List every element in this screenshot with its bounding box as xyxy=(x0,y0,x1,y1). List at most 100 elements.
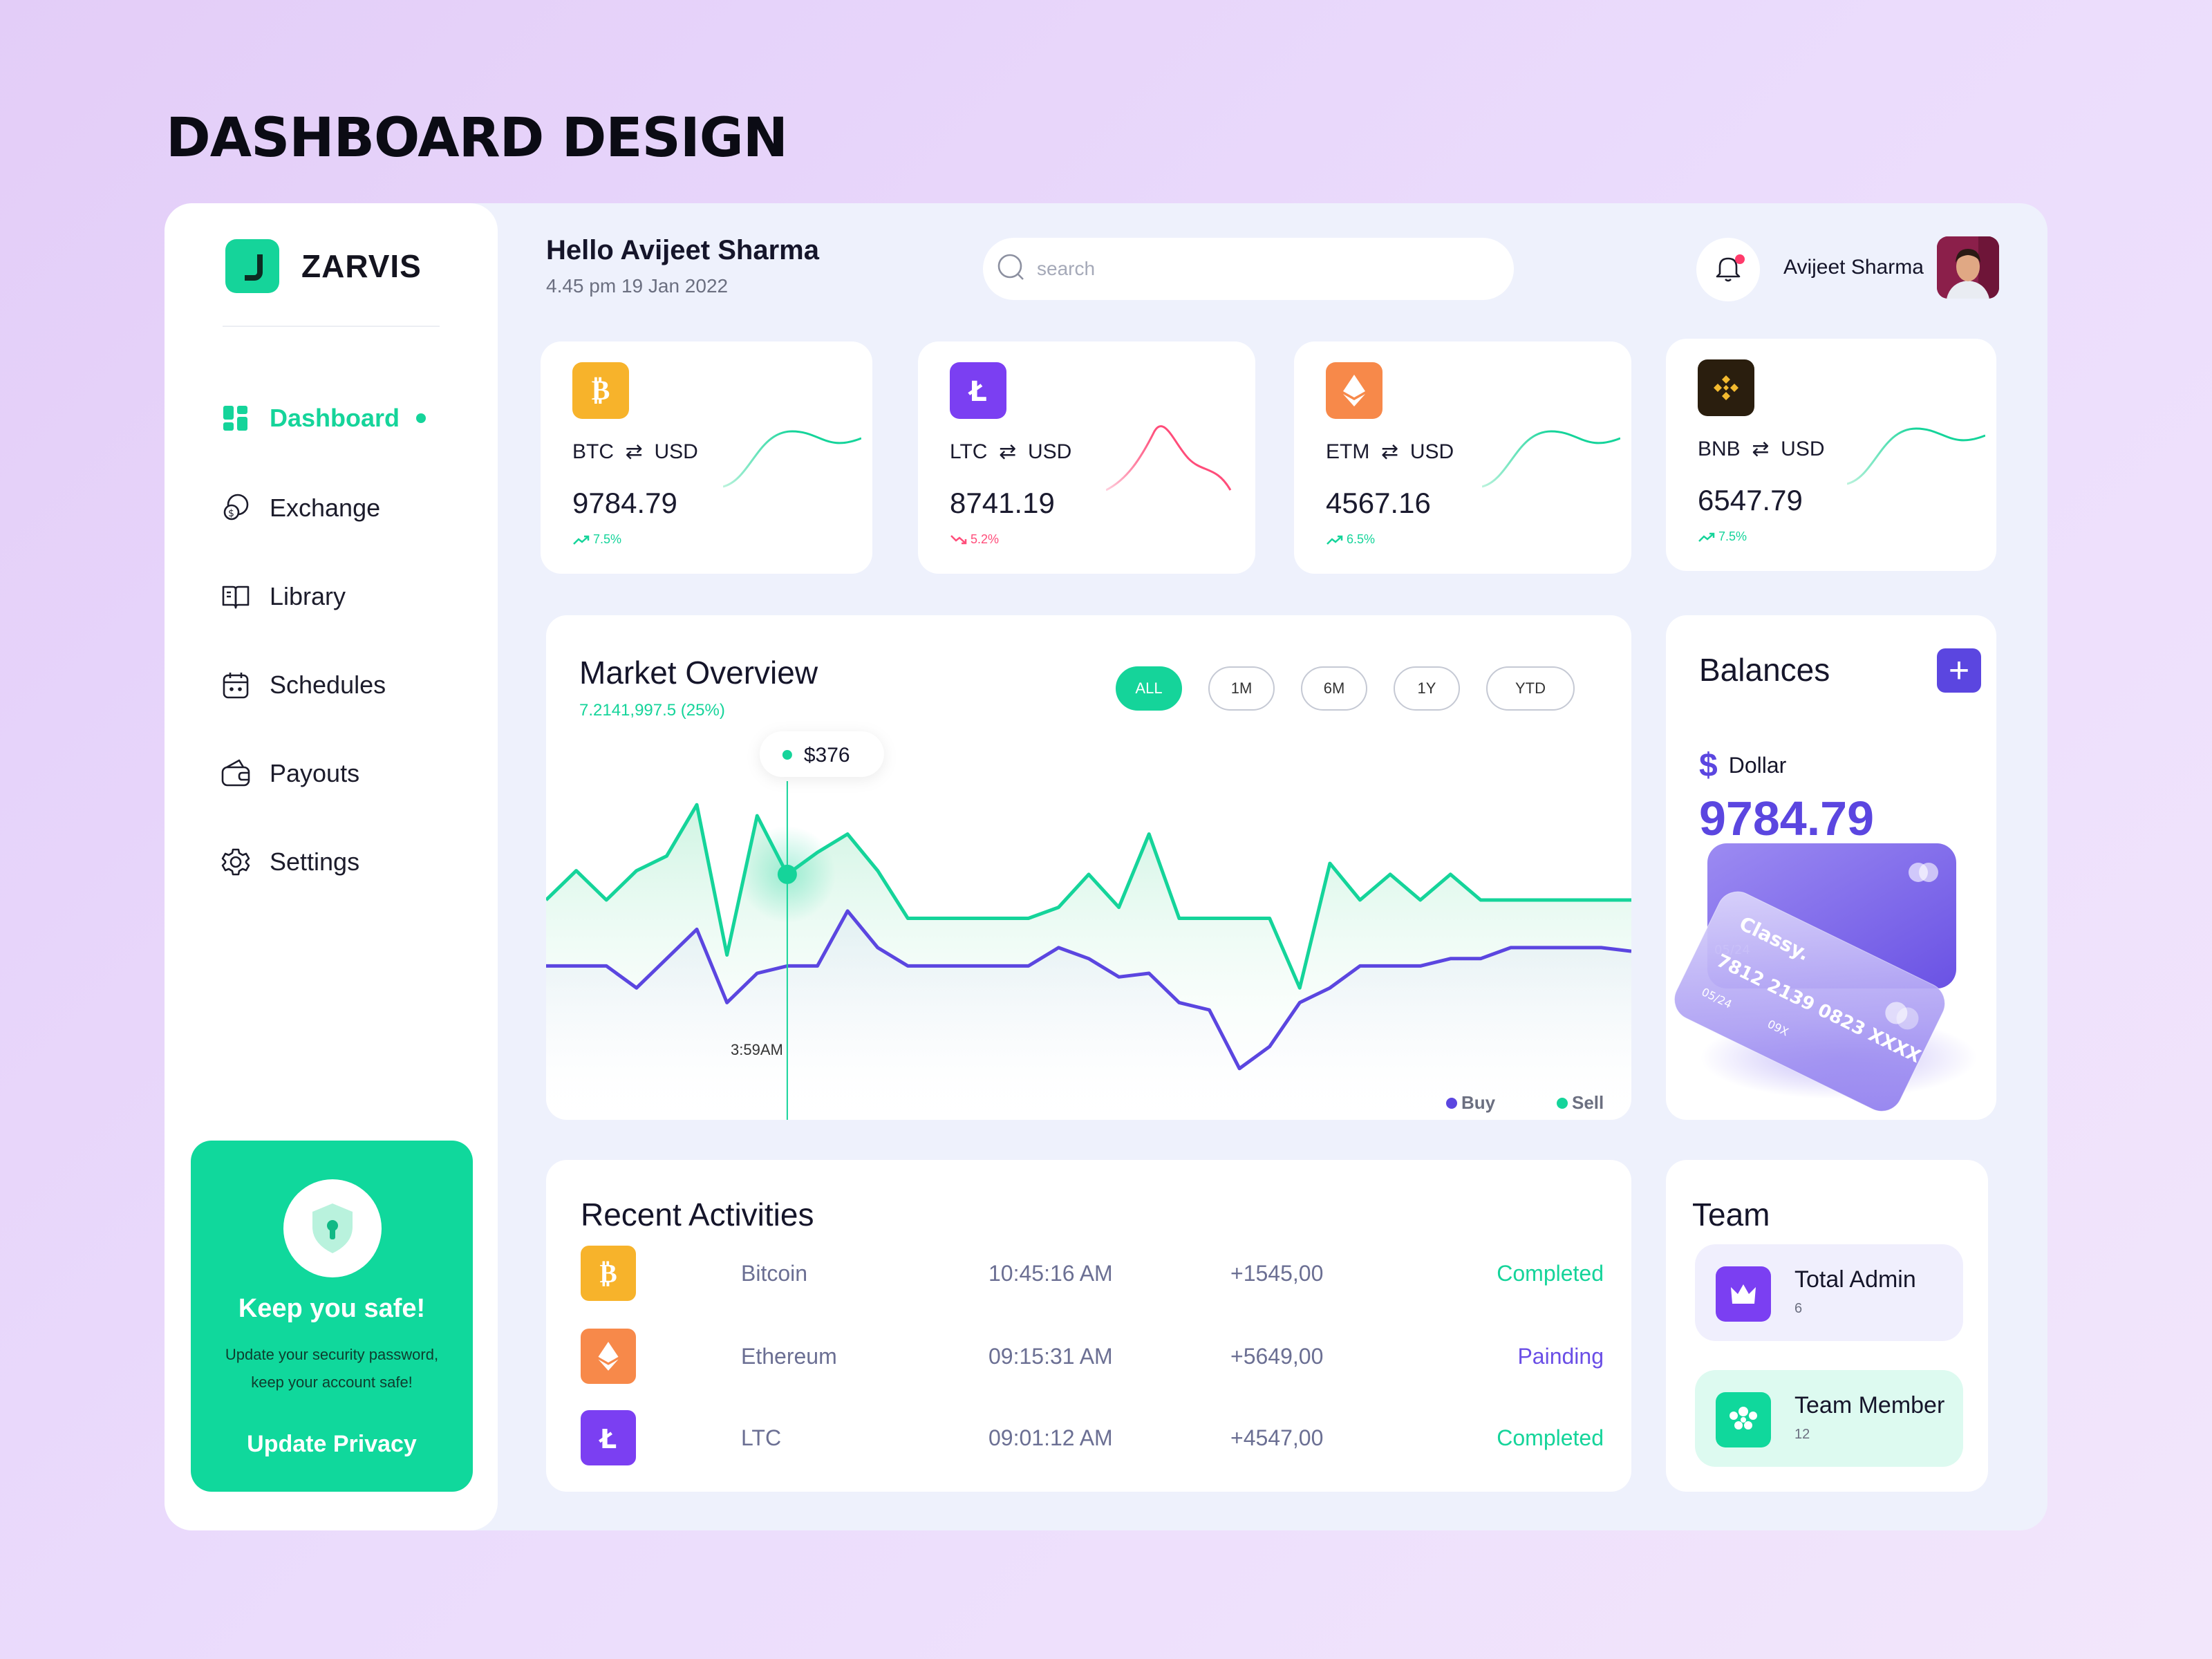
coin-change: 7.5% xyxy=(572,532,621,547)
team-item-count: 12 xyxy=(1794,1427,1810,1442)
coin-card-ltc[interactable]: Ł LTC ⇄ USD 8741.19 5.2% xyxy=(918,341,1255,574)
sparkline xyxy=(1847,427,1985,485)
activity-amount: +5649,00 xyxy=(1230,1344,1324,1369)
range-button-all[interactable]: ALL xyxy=(1116,666,1182,711)
bitcoin-icon: ₿ xyxy=(572,362,629,419)
dashboard-icon xyxy=(218,401,253,435)
balances-card: Balances + $ Dollar 9784.79 05/24 Classy… xyxy=(1666,615,1996,1120)
coin-price: 9784.79 xyxy=(572,487,677,519)
activity-time: 10:45:16 AM xyxy=(988,1261,1113,1286)
wallet-icon xyxy=(218,756,253,791)
page-title: DASHBOARD DESIGN xyxy=(166,107,788,169)
activity-row[interactable]: Ethereum 09:15:31 AM +5649,00 Painding xyxy=(581,1329,1604,1385)
activity-status: Completed xyxy=(1497,1425,1604,1450)
balances-title: Balances xyxy=(1699,652,1830,688)
activity-name: LTC xyxy=(741,1425,782,1450)
coin-pair: ETM ⇄ USD xyxy=(1326,440,1454,463)
tooltip-time: 3:59AM xyxy=(731,1041,783,1058)
tooltip-dot xyxy=(782,750,792,760)
team-item-team-member[interactable]: Team Member 12 xyxy=(1695,1370,1963,1467)
legend-label-sell: Sell xyxy=(1572,1092,1604,1113)
search-input[interactable] xyxy=(1037,258,1452,280)
market-title: Market Overview xyxy=(579,655,818,691)
active-indicator xyxy=(416,413,427,423)
search-bar[interactable] xyxy=(983,238,1514,300)
tooltip-point[interactable] xyxy=(777,864,797,884)
search-icon xyxy=(995,252,1027,287)
litecoin-icon: Ł xyxy=(581,1410,636,1465)
coin-card-btc[interactable]: ₿ BTC ⇄ USD 9784.79 7.5% xyxy=(541,341,872,574)
crown-icon xyxy=(1716,1266,1771,1322)
coin-change: 5.2% xyxy=(950,532,999,547)
svg-text:Ł: Ł xyxy=(968,376,987,408)
security-text: Update your security password, keep your… xyxy=(225,1346,439,1391)
sidebar-item-schedules[interactable]: Schedules xyxy=(218,661,447,709)
sidebar-item-label: Payouts xyxy=(270,759,360,787)
sidebar-item-label: Schedules xyxy=(270,671,386,699)
user-name: Avijeet Sharma xyxy=(1783,256,1924,279)
svg-text:Ł: Ł xyxy=(599,1424,617,1454)
legend-label-buy: Buy xyxy=(1461,1092,1496,1113)
gear-icon xyxy=(218,845,253,879)
sparkline xyxy=(723,430,861,488)
legend-marker-buy xyxy=(1446,1098,1457,1109)
activity-row[interactable]: ₿ Bitcoin 10:45:16 AM +1545,00 Completed xyxy=(581,1246,1604,1302)
team-item-label: Total Admin xyxy=(1794,1266,1916,1293)
ethereum-icon xyxy=(1326,362,1382,419)
activity-name: Bitcoin xyxy=(741,1261,808,1286)
team-card: Team Total Admin 6 Team Member 12 xyxy=(1666,1160,1988,1492)
activity-status: Painding xyxy=(1517,1344,1604,1369)
svg-text:₿: ₿ xyxy=(592,375,610,406)
range-button-1m[interactable]: 1M xyxy=(1208,666,1275,711)
balance-amount: 9784.79 xyxy=(1699,791,1875,845)
coin-price: 6547.79 xyxy=(1698,484,1803,516)
team-item-count: 6 xyxy=(1794,1301,1803,1316)
sidebar-item-dashboard[interactable]: Dashboard xyxy=(218,394,447,442)
brand-logo-icon[interactable] xyxy=(225,239,279,293)
svg-text:$: $ xyxy=(228,508,234,519)
litecoin-icon: Ł xyxy=(950,362,1006,419)
range-button-ytd[interactable]: YTD xyxy=(1486,666,1575,711)
coin-pair: BTC ⇄ USD xyxy=(572,440,698,463)
coin-pair: BNB ⇄ USD xyxy=(1698,438,1825,460)
sidebar-item-payouts[interactable]: Payouts xyxy=(218,749,447,798)
team-item-label: Team Member xyxy=(1794,1392,1945,1418)
coin-card-bnb[interactable]: BNB ⇄ USD 6547.79 7.5% xyxy=(1666,339,1996,571)
exchange-icon: $ xyxy=(218,491,253,525)
coin-price: 8741.19 xyxy=(950,487,1055,519)
activity-amount: +1545,00 xyxy=(1230,1261,1324,1286)
update-privacy-link[interactable]: Update Privacy xyxy=(191,1431,473,1458)
team-title: Team xyxy=(1692,1197,1770,1232)
avatar[interactable] xyxy=(1937,236,1999,299)
activity-row[interactable]: Ł LTC 09:01:12 AM +4547,00 Completed xyxy=(581,1410,1604,1467)
sparkline xyxy=(1482,430,1620,488)
sidebar-item-library[interactable]: Library xyxy=(218,572,447,621)
book-icon xyxy=(218,579,253,614)
sidebar-divider xyxy=(223,326,440,327)
sidebar-item-settings[interactable]: Settings xyxy=(218,838,447,886)
ethereum-icon xyxy=(581,1329,636,1384)
sidebar-item-exchange[interactable]: $ Exchange xyxy=(218,484,447,532)
bitcoin-icon: ₿ xyxy=(581,1246,636,1301)
add-balance-button[interactable]: + xyxy=(1937,648,1981,693)
market-subtitle: 7.2141,997.5 (25%) xyxy=(579,701,725,720)
security-card: Keep you safe! Update your security pass… xyxy=(191,1141,473,1492)
coin-card-etm[interactable]: ETM ⇄ USD 4567.16 6.5% xyxy=(1294,341,1631,574)
activity-name: Ethereum xyxy=(741,1344,837,1369)
team-item-total-admin[interactable]: Total Admin 6 xyxy=(1695,1244,1963,1341)
brand-name: ZARVIS xyxy=(301,248,422,284)
range-button-1y[interactable]: 1Y xyxy=(1394,666,1460,711)
activity-time: 09:01:12 AM xyxy=(988,1425,1113,1450)
greeting: Hello Avijeet Sharma xyxy=(546,235,819,265)
legend-marker-sell xyxy=(1557,1098,1568,1109)
sidebar-item-label: Exchange xyxy=(270,494,381,522)
range-button-6m[interactable]: 6M xyxy=(1301,666,1367,711)
shield-lock-icon xyxy=(283,1179,382,1277)
balance-currency: $ Dollar xyxy=(1699,747,1787,784)
trend-up-icon xyxy=(1698,532,1715,542)
notification-button[interactable] xyxy=(1696,238,1760,301)
credit-card-illustration: 05/24 Classy. 7812 2139 0823 XXXX 05/24 … xyxy=(1674,843,1977,1112)
recent-activities-title: Recent Activities xyxy=(581,1197,814,1232)
security-title: Keep you safe! xyxy=(238,1294,426,1323)
coin-price: 4567.16 xyxy=(1326,487,1431,519)
